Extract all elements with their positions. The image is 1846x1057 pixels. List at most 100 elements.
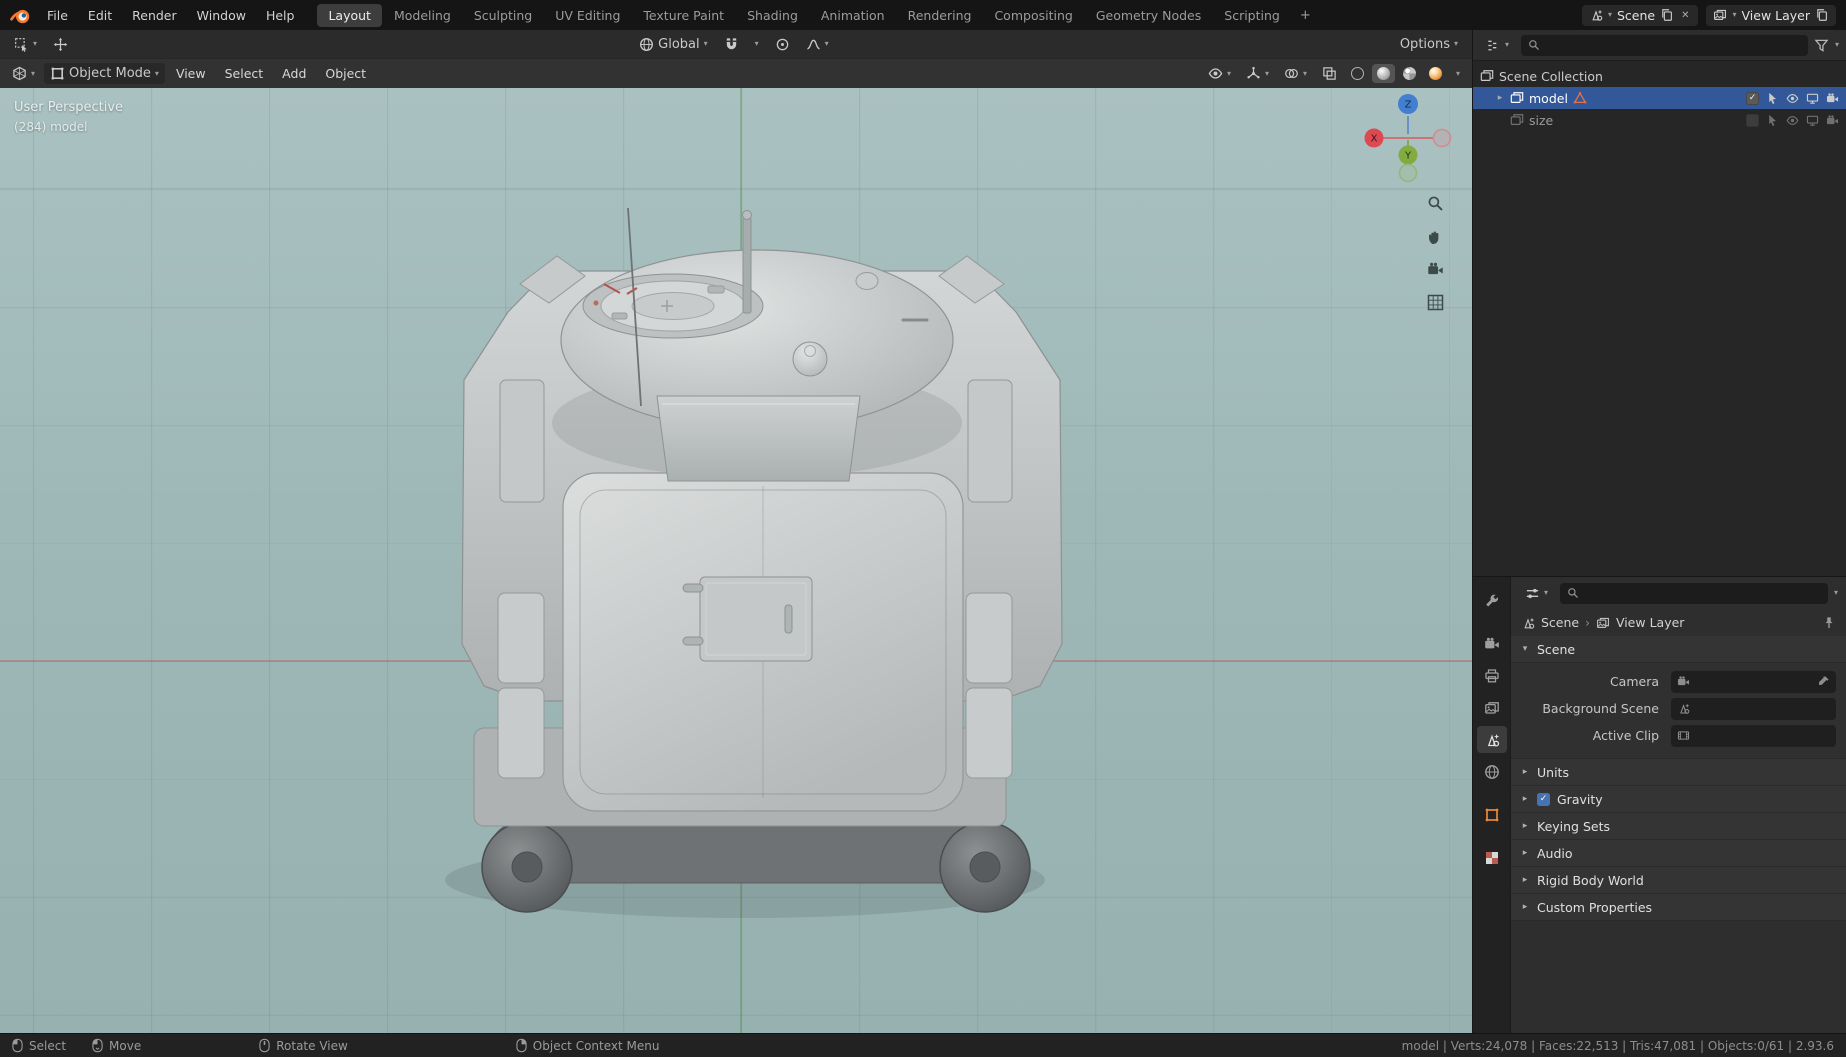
tab-view-layer[interactable]	[1477, 694, 1507, 721]
navigation-gizmo[interactable]: Z X Y	[1360, 90, 1456, 186]
camera-view-button[interactable]	[1424, 258, 1447, 281]
mode-dropdown[interactable]: Object Mode ▾	[44, 63, 165, 84]
menu-view[interactable]: View	[168, 63, 214, 84]
outliner-row-model[interactable]: ▸ model ✓	[1473, 87, 1846, 109]
panel-rigid-body-world[interactable]: ▸ Rigid Body World	[1511, 867, 1846, 894]
tab-texture[interactable]	[1477, 844, 1507, 871]
pan-button[interactable]	[1424, 225, 1447, 248]
workspace-tab-rendering[interactable]: Rendering	[897, 4, 983, 27]
exclude-checkbox[interactable]	[1746, 113, 1759, 127]
chevron-down-icon[interactable]: ▾	[1835, 41, 1839, 49]
hide-eye-icon[interactable]	[1786, 114, 1799, 127]
properties-search[interactable]	[1560, 582, 1828, 604]
disable-render-icon[interactable]	[1826, 114, 1839, 127]
snap-settings-dropdown[interactable]: ▾	[749, 37, 765, 51]
editor-type-dropdown[interactable]: ▾	[6, 63, 41, 84]
tab-output[interactable]	[1477, 662, 1507, 689]
panel-units[interactable]: ▸ Units	[1511, 759, 1846, 786]
tab-tool[interactable]	[1477, 587, 1507, 614]
shading-wireframe-button[interactable]	[1346, 64, 1369, 83]
workspace-tab-uv-editing[interactable]: UV Editing	[544, 4, 631, 27]
outliner-editor-dropdown[interactable]: ▾	[1480, 35, 1515, 56]
snap-toggle[interactable]	[718, 34, 745, 55]
workspace-tab-shading[interactable]: Shading	[736, 4, 809, 27]
workspace-tab-animation[interactable]: Animation	[810, 4, 896, 27]
proportional-editing-toggle[interactable]	[769, 34, 796, 55]
panel-gravity[interactable]: ▸ ✓ Gravity	[1511, 786, 1846, 813]
properties-search-input[interactable]	[1584, 586, 1821, 600]
transform-orientation-dropdown[interactable]: Global ▾	[633, 34, 714, 55]
pin-icon[interactable]	[1822, 616, 1836, 630]
menu-help[interactable]: Help	[257, 5, 304, 26]
breadcrumb-scene[interactable]: Scene	[1541, 615, 1579, 630]
xray-toggle[interactable]	[1316, 63, 1343, 84]
panel-custom-properties[interactable]: ▸ Custom Properties	[1511, 894, 1846, 921]
active-tool-button[interactable]: ▾	[8, 34, 43, 55]
shading-material-button[interactable]	[1398, 64, 1421, 83]
workspace-tab-geometry-nodes[interactable]: Geometry Nodes	[1085, 4, 1212, 27]
gizmo-x-negative-axis[interactable]	[1432, 128, 1452, 148]
outliner-row-size[interactable]: size	[1473, 109, 1846, 131]
eyedropper-icon[interactable]	[1817, 675, 1830, 688]
gravity-checkbox[interactable]: ✓	[1537, 792, 1550, 806]
workspace-tab-layout[interactable]: Layout	[317, 3, 382, 27]
disable-viewport-icon[interactable]	[1806, 92, 1819, 105]
gizmos-dropdown[interactable]: ▾	[1240, 63, 1275, 84]
workspace-tab-sculpting[interactable]: Sculpting	[463, 4, 543, 27]
tab-world[interactable]	[1477, 758, 1507, 785]
proportional-falloff-dropdown[interactable]: ▾	[800, 34, 835, 55]
zoom-button[interactable]	[1424, 192, 1447, 215]
menu-select[interactable]: Select	[217, 63, 272, 84]
shading-settings-dropdown[interactable]: ▾	[1450, 67, 1466, 81]
overlays-dropdown[interactable]: ▾	[1278, 63, 1313, 84]
exclude-checkbox[interactable]: ✓	[1746, 91, 1759, 105]
panel-keying-sets[interactable]: ▸ Keying Sets	[1511, 813, 1846, 840]
viewport-canvas[interactable]: User Perspective (284) model Z X Y	[0, 88, 1472, 1033]
active-clip-field[interactable]	[1671, 724, 1836, 747]
object-type-visibility-dropdown[interactable]: ▾	[1202, 63, 1237, 84]
menu-edit[interactable]: Edit	[79, 5, 121, 26]
shading-solid-button[interactable]	[1371, 64, 1395, 83]
filter-funnel-icon[interactable]	[1814, 38, 1829, 53]
disable-render-icon[interactable]	[1826, 92, 1839, 105]
new-scene-icon[interactable]	[1660, 8, 1674, 22]
panel-scene-header[interactable]: ▾ Scene	[1511, 636, 1846, 663]
selectable-icon[interactable]	[1766, 92, 1779, 105]
tab-scene[interactable]	[1476, 726, 1507, 753]
workspace-tab-modeling[interactable]: Modeling	[383, 4, 462, 27]
hide-eye-icon[interactable]	[1786, 92, 1799, 105]
breadcrumb-view-layer[interactable]: View Layer	[1616, 615, 1685, 630]
workspace-tab-texture-paint[interactable]: Texture Paint	[632, 4, 735, 27]
menu-add[interactable]: Add	[274, 63, 314, 84]
disable-viewport-icon[interactable]	[1806, 114, 1819, 127]
chevron-down-icon[interactable]: ▾	[1834, 589, 1838, 597]
gizmo-y-negative-axis[interactable]	[1398, 163, 1418, 183]
options-dropdown[interactable]: Options ▾	[1394, 34, 1464, 55]
workspace-tab-scripting[interactable]: Scripting	[1213, 4, 1291, 27]
move-tool-button[interactable]	[47, 34, 74, 55]
menu-object[interactable]: Object	[317, 63, 374, 84]
shading-rendered-button[interactable]	[1424, 64, 1447, 83]
scene-selector[interactable]: ▾ Scene ✕	[1581, 4, 1699, 26]
outliner-search-input[interactable]	[1545, 38, 1801, 52]
unlink-scene-icon[interactable]: ✕	[1679, 10, 1691, 21]
blender-logo[interactable]	[10, 5, 31, 26]
tab-render[interactable]	[1477, 630, 1507, 657]
panel-audio[interactable]: ▸ Audio	[1511, 840, 1846, 867]
background-scene-field[interactable]	[1671, 697, 1836, 720]
tab-object[interactable]	[1477, 801, 1507, 828]
workspace-tab-compositing[interactable]: Compositing	[983, 4, 1083, 27]
camera-field[interactable]	[1671, 670, 1836, 693]
outliner-search[interactable]	[1521, 34, 1808, 56]
menu-window[interactable]: Window	[188, 5, 255, 26]
selectable-icon[interactable]	[1766, 114, 1779, 127]
expand-arrow-icon[interactable]: ▸	[1495, 93, 1505, 103]
new-view-layer-icon[interactable]	[1815, 8, 1829, 22]
menu-render[interactable]: Render	[123, 5, 186, 26]
menu-file[interactable]: File	[38, 5, 77, 26]
view-layer-selector[interactable]: ▾ View Layer	[1706, 4, 1836, 26]
add-workspace-button[interactable]: +	[1292, 6, 1319, 25]
outliner-row-scene-collection[interactable]: Scene Collection	[1473, 65, 1846, 87]
orthographic-toggle-button[interactable]	[1424, 291, 1447, 314]
properties-editor-dropdown[interactable]: ▾	[1519, 583, 1554, 604]
